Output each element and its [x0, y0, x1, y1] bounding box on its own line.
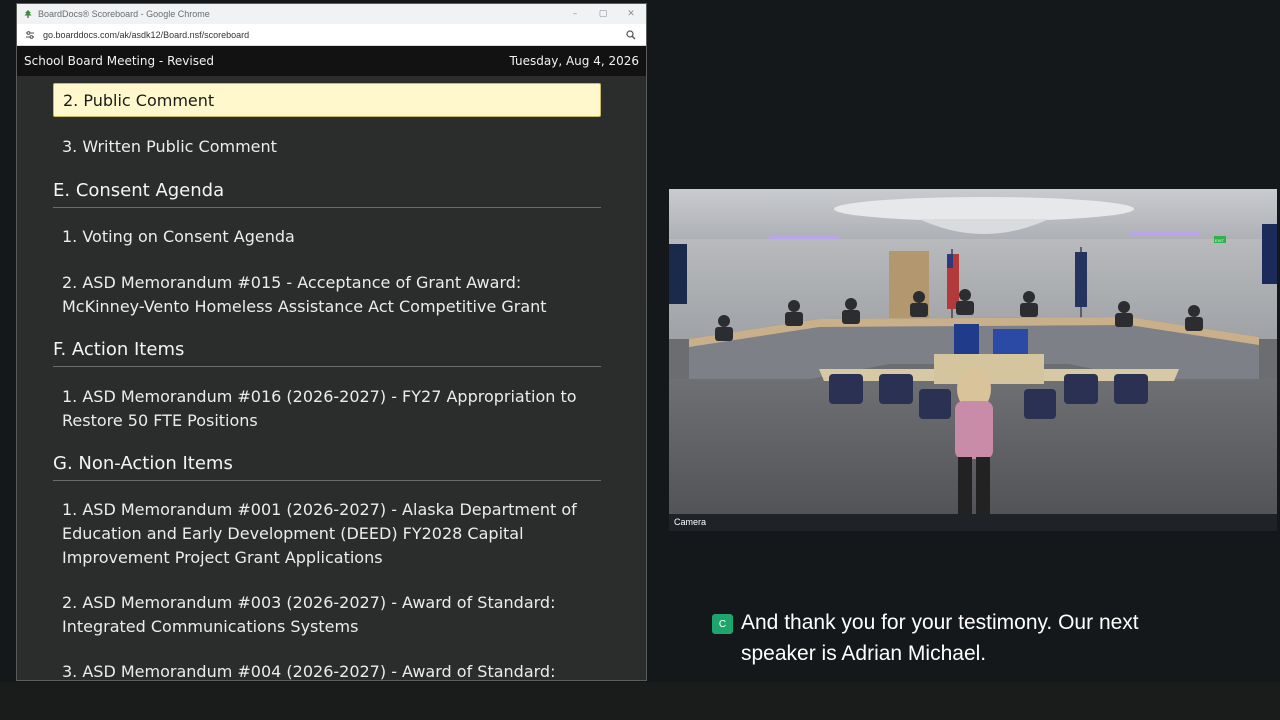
- agenda-item-line: Education and Early Development (DEED) F…: [62, 524, 524, 543]
- alaska-flag: [1075, 252, 1087, 307]
- agenda-list: 2. Public Comment 3. Written Public Comm…: [17, 76, 646, 681]
- monitor: [954, 324, 979, 354]
- monitor: [993, 329, 1028, 354]
- agenda-item-line: McKinney-Vento Homeless Assistance Act C…: [62, 297, 547, 316]
- meeting-header: School Board Meeting - Revised Tuesday, …: [17, 46, 646, 76]
- caption-line: speaker is Adrian Michael.: [741, 642, 987, 665]
- ceiling-light: [834, 197, 1134, 221]
- caption-line: And thank you for your testimony. Our ne…: [741, 611, 1139, 634]
- caption-text: And thank you for your testimony. Our ne…: [741, 607, 1241, 669]
- minimize-button[interactable]: –: [570, 9, 580, 19]
- agenda-item-line: 2. ASD Memorandum #003 (2026-2027) - Awa…: [62, 593, 556, 612]
- zoom-icon[interactable]: [626, 30, 636, 40]
- video-feed[interactable]: EXIT: [669, 189, 1277, 531]
- agenda-item[interactable]: 2. ASD Memorandum #003 (2026-2027) - Awa…: [62, 591, 602, 639]
- site-info-icon[interactable]: [25, 30, 35, 40]
- bottom-strip: [0, 682, 1280, 720]
- caption-badge: C: [712, 614, 733, 634]
- section-heading: G. Non-Action Items: [53, 452, 601, 481]
- section-heading: E. Consent Agenda: [53, 179, 601, 208]
- exit-sign-text: EXIT: [1215, 238, 1224, 243]
- browser-window: BoardDocs® Scoreboard - Google Chrome – …: [16, 3, 647, 681]
- agenda-item-line: 1. ASD Memorandum #001 (2026-2027) - Ala…: [62, 500, 577, 519]
- agenda-item-line: Integrated Communications Systems: [62, 617, 359, 636]
- window-controls: – ▢ ✕: [570, 4, 636, 24]
- agenda-item-line: Improvement Project Grant Applications: [62, 548, 383, 567]
- us-flag: [947, 254, 953, 268]
- section-heading: F. Action Items: [53, 338, 601, 367]
- boarddocs-logo-icon: [24, 10, 32, 18]
- agenda-item[interactable]: 1. Voting on Consent Agenda: [62, 225, 602, 249]
- meeting-room-image: EXIT: [669, 189, 1277, 531]
- agenda-item-line: 3. ASD Memorandum #004 (2026-2027) - Awa…: [62, 662, 556, 681]
- agenda-item-line: 2. ASD Memorandum #015 - Acceptance of G…: [62, 273, 522, 292]
- foreground-seats: [669, 514, 1277, 531]
- url-text[interactable]: go.boarddocs.com/ak/asdk12/Board.nsf/sco…: [43, 30, 249, 40]
- agenda-item-line: 1. ASD Memorandum #016 (2026-2027) - FY2…: [62, 387, 577, 406]
- window-title: BoardDocs® Scoreboard - Google Chrome: [38, 9, 210, 19]
- maximize-button[interactable]: ▢: [598, 9, 608, 19]
- side-screen: [1262, 224, 1277, 284]
- agenda-item-line: Restore 50 FTE Positions: [62, 411, 258, 430]
- meeting-title: School Board Meeting - Revised: [24, 54, 214, 68]
- close-button[interactable]: ✕: [626, 9, 636, 19]
- ceiling-light: [1129, 231, 1199, 236]
- meeting-date: Tuesday, Aug 4, 2026: [509, 54, 640, 68]
- agenda-item[interactable]: 3. Written Public Comment: [62, 135, 602, 159]
- title-bar: BoardDocs® Scoreboard - Google Chrome – …: [17, 4, 646, 24]
- agenda-item[interactable]: 1. ASD Memorandum #016 (2026-2027) - FY2…: [62, 385, 602, 433]
- agenda-item[interactable]: 1. ASD Memorandum #001 (2026-2027) - Ala…: [62, 498, 602, 570]
- side-screen: [669, 244, 687, 304]
- agenda-item[interactable]: 3. ASD Memorandum #004 (2026-2027) - Awa…: [62, 660, 602, 681]
- agenda-item-active[interactable]: 2. Public Comment: [53, 83, 601, 117]
- agenda-item[interactable]: 2. ASD Memorandum #015 - Acceptance of G…: [62, 271, 602, 319]
- camera-label: Camera: [674, 517, 707, 527]
- address-bar[interactable]: go.boarddocs.com/ak/asdk12/Board.nsf/sco…: [17, 24, 646, 46]
